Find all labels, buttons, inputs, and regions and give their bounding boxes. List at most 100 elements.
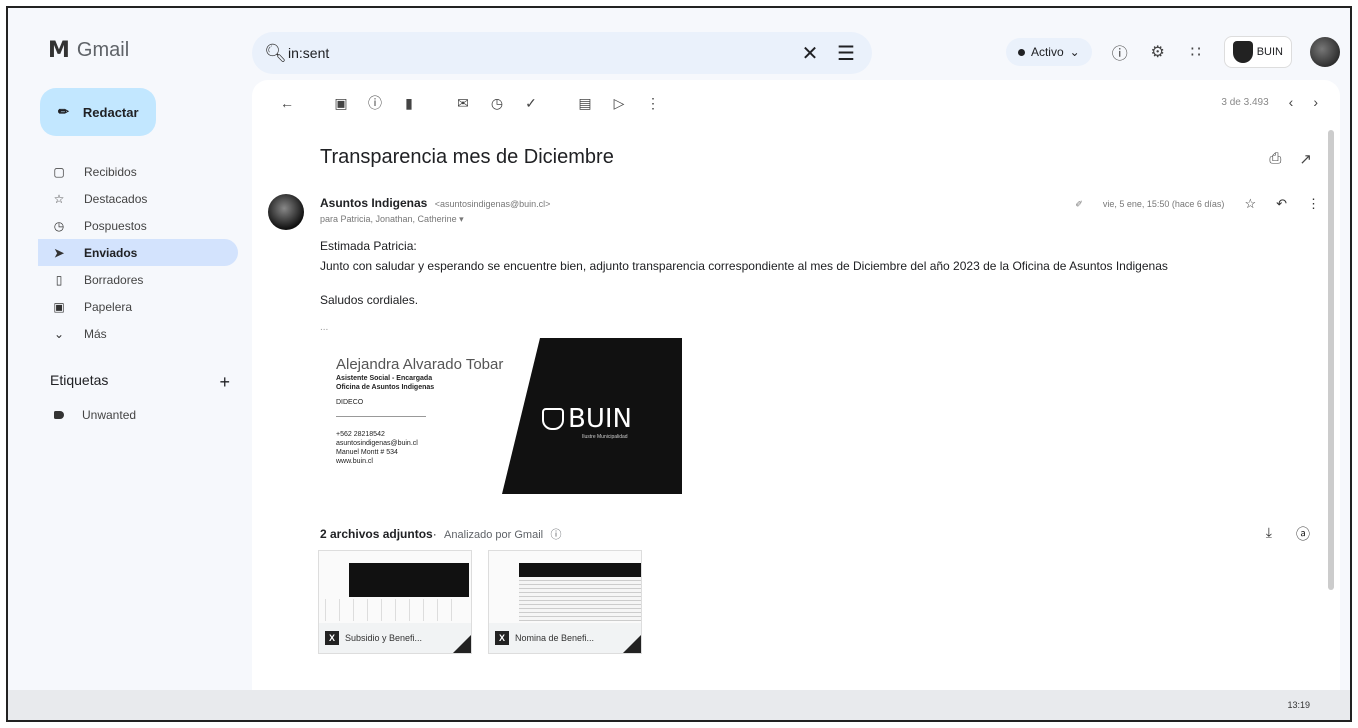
signature-role: Asistente Social - Encargada Oficina de … (336, 374, 434, 392)
gear-icon[interactable]: ⚙ (1148, 42, 1168, 62)
compose-button[interactable]: ✏ Redactar (40, 88, 156, 136)
back-arrow-icon[interactable]: ← (270, 95, 304, 111)
inbox-icon: ▢ (53, 164, 65, 179)
sidebar: ✏ Redactar ▢ Recibidos ☆ Destacados ◷ Po… (8, 80, 248, 720)
excel-file-icon: X (325, 631, 339, 645)
attachment-card[interactable]: X Subsidio y Benefi... (318, 550, 472, 654)
trimmed-content-toggle[interactable]: ... (320, 322, 328, 333)
signature-role-line: Asistente Social - Encargada (336, 375, 433, 382)
search-options-icon[interactable]: ☰ (832, 41, 860, 66)
add-label-icon[interactable]: + (219, 372, 230, 393)
delete-icon[interactable]: ▮ (392, 95, 426, 112)
separator: · (432, 527, 437, 541)
print-icon[interactable]: ⎙ (1269, 150, 1281, 168)
sidebar-item-papelera[interactable]: ▣ Papelera (38, 293, 238, 320)
signature-logo-panel: BUIN Ilustre Municipalidad (502, 338, 682, 494)
download-all-icon[interactable]: ⤓ (1266, 524, 1272, 544)
attachment-name: Nomina de Benefi... (515, 633, 595, 643)
signature-contact: +562 28218542 asuntosindigenas@buin.cl M… (336, 430, 418, 466)
add-to-drive-icon[interactable]: ⓐ (1296, 524, 1310, 544)
message-meta: ✐ vie, 5 ene, 15:50 (hace 6 días) ☆ ↶ ⋮ (1075, 196, 1320, 212)
label-tag-icon (54, 411, 64, 419)
signature-office-line: Oficina de Asuntos Indigenas (336, 384, 435, 391)
label-icon[interactable]: ▷ (602, 95, 636, 112)
pencil-icon: ✏ (58, 104, 69, 119)
sidebar-item-pospuestos[interactable]: ◷ Pospuestos (38, 212, 238, 239)
greeting: Estimada Patricia: (320, 239, 417, 253)
info-icon[interactable]: ⓘ (550, 529, 561, 541)
help-icon[interactable]: ⓘ (1110, 40, 1130, 64)
sender-avatar[interactable] (268, 194, 304, 230)
reply-icon[interactable]: ↶ (1276, 196, 1287, 212)
move-to-icon[interactable]: ▤ (568, 95, 602, 112)
archive-icon[interactable]: ▣ (324, 95, 358, 112)
mark-unread-icon[interactable]: ✉ (446, 95, 480, 112)
gmail-m-icon: M (48, 38, 70, 63)
sender-name[interactable]: Asuntos Indigenas (320, 196, 427, 210)
closing: Saludos cordiales. (320, 293, 419, 307)
organization-badge[interactable]: BUIN (1223, 36, 1292, 68)
attachments-actions: ⤓ ⓐ (1266, 524, 1310, 544)
os-taskbar: 13:19 (8, 690, 1350, 720)
message-date: vie, 5 ene, 15:50 (hace 6 días) (1102, 199, 1225, 209)
signature-email: asuntosindigenas@buin.cl (336, 440, 418, 447)
gmail-logo[interactable]: M Gmail (48, 38, 129, 63)
thumbnail-header-block (349, 563, 469, 597)
scrollbar[interactable] (1328, 130, 1334, 590)
sidebar-item-mas[interactable]: ⌄ Más (38, 320, 238, 347)
sidebar-item-label: Más (84, 326, 107, 341)
status-label: Activo (1030, 45, 1064, 59)
email-body: Estimada Patricia: Junto con saludar y e… (320, 236, 1168, 310)
label-name: Unwanted (82, 408, 137, 422)
more-vert-icon[interactable]: ⋮ (636, 95, 670, 112)
organization-label: BUIN (1256, 46, 1283, 58)
attachment-corner-fold (453, 635, 471, 653)
star-icon[interactable]: ☆ (1244, 196, 1256, 212)
status-selector[interactable]: Activo ⌄ (1005, 38, 1092, 66)
avatar[interactable] (1310, 37, 1340, 67)
draft-icon: ▯ (55, 272, 63, 287)
report-spam-icon[interactable]: ⓘ (358, 93, 392, 113)
attachment-thumbnail (489, 551, 641, 623)
buin-shield-icon (1232, 41, 1253, 63)
signature-divider (336, 416, 426, 417)
more-vert-icon[interactable]: ⋮ (1307, 196, 1320, 212)
app-name: Gmail (76, 39, 130, 61)
label-item-unwanted[interactable]: Unwanted (54, 408, 136, 422)
sidebar-item-label: Destacados (84, 191, 148, 206)
sidebar-item-enviados[interactable]: ➤ Enviados (38, 239, 238, 266)
sidebar-item-label: Pospuestos (84, 218, 147, 233)
top-bar: M Gmail 🔍︎ ✕ ☰ Activo ⌄ ⓘ ⚙ ∷ BUIN (8, 8, 1350, 80)
open-new-window-icon[interactable]: ↗ (1299, 150, 1312, 168)
labels-header: Etiquetas + (50, 372, 230, 393)
sidebar-item-label: Enviados (84, 245, 138, 260)
signature-address: Manuel Montt # 534 (336, 449, 398, 456)
search-icon[interactable]: 🔍︎ (264, 43, 288, 64)
buin-logo-text: BUIN (568, 404, 632, 434)
signature-dept: DIDECO (336, 399, 364, 406)
attachments-scanned: Analizado por Gmail (444, 529, 544, 541)
attachment-card[interactable]: X Nomina de Benefi... (488, 550, 642, 654)
snooze-icon[interactable]: ◷ (480, 95, 514, 112)
sidebar-item-destacados[interactable]: ☆ Destacados (38, 185, 238, 212)
sidebar-item-label: Papelera (84, 299, 133, 314)
search-input[interactable] (288, 45, 788, 61)
screenshot-frame: M Gmail 🔍︎ ✕ ☰ Activo ⌄ ⓘ ⚙ ∷ BUIN (6, 6, 1352, 722)
thumbnail-grid (325, 599, 465, 621)
clear-search-icon[interactable]: ✕ (796, 41, 824, 66)
attachment-thumbnail (319, 551, 471, 623)
sidebar-item-borradores[interactable]: ▯ Borradores (38, 266, 238, 293)
prev-chevron-icon[interactable]: ‹ (1289, 94, 1294, 110)
attachment-label: X Subsidio y Benefi... (319, 623, 471, 653)
chevron-down-icon: ⌄ (1069, 45, 1080, 59)
recipients: para Patricia, Jonathan, Catherine (320, 214, 457, 224)
attachment-label: X Nomina de Benefi... (489, 623, 641, 653)
signature-phone: +562 28218542 (336, 431, 385, 438)
sidebar-item-recibidos[interactable]: ▢ Recibidos (38, 158, 238, 185)
recipients-line[interactable]: para Patricia, Jonathan, Catherine ▾ (320, 214, 464, 225)
next-chevron-icon[interactable]: › (1313, 94, 1318, 110)
apps-grid-icon[interactable]: ∷ (1186, 42, 1206, 62)
attachments-header: 2 archivos adjuntos· Analizado por Gmail… (320, 526, 561, 542)
status-dot-icon (1017, 48, 1025, 56)
add-task-icon[interactable]: ✓ (514, 95, 548, 112)
